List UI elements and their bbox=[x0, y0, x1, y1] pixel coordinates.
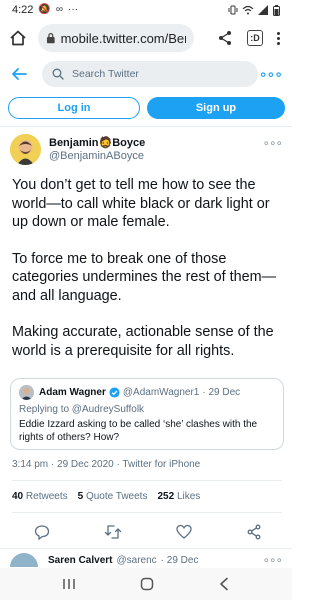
author-handle[interactable]: @BenjaminABoyce bbox=[49, 150, 145, 162]
browser-menu-icon[interactable] bbox=[277, 31, 280, 45]
author-avatar[interactable] bbox=[10, 133, 41, 165]
share-tweet-icon[interactable] bbox=[246, 524, 262, 540]
divider bbox=[12, 480, 282, 481]
divider bbox=[0, 126, 292, 127]
share-icon[interactable] bbox=[217, 30, 233, 46]
quote-avatar bbox=[19, 385, 34, 400]
reply-icon[interactable] bbox=[34, 524, 50, 540]
likes-stat[interactable]: 252 Likes bbox=[157, 491, 200, 502]
reply-avatar bbox=[10, 553, 38, 567]
tweet-actions bbox=[34, 522, 262, 542]
quote-author-name: Adam Wagner bbox=[39, 387, 106, 398]
search-icon bbox=[52, 68, 64, 80]
search-input[interactable] bbox=[72, 68, 242, 80]
back-arrow-icon[interactable] bbox=[10, 65, 28, 83]
quoted-tweet[interactable]: Adam Wagner @AdamWagner1 · 29 Dec Replyi… bbox=[10, 378, 284, 450]
quote-author-handle: @AdamWagner1 bbox=[122, 387, 200, 398]
tweet-author: Benjamin🧔Boyce @BenjaminABoyce ∘∘∘ bbox=[10, 132, 283, 166]
reply-tweet[interactable]: Saren Calvert @sarenc · 29 Dec ∘∘∘ bbox=[10, 553, 282, 567]
author-name[interactable]: Benjamin🧔Boyce bbox=[49, 136, 145, 149]
quotes-count: 5 bbox=[77, 491, 84, 502]
tweet-timestamp[interactable]: 3:14 pm · 29 Dec 2020 · Twitter for iPho… bbox=[12, 459, 200, 470]
retweet-icon[interactable] bbox=[104, 524, 122, 540]
tweet-paragraph: Making accurate, actionable sense of the… bbox=[12, 324, 274, 359]
quote-text: Eddie Izzard asking to be called ‘she’ c… bbox=[19, 419, 258, 443]
retweets-label: Retweets bbox=[25, 491, 68, 502]
home-icon bbox=[10, 30, 26, 46]
likes-count: 252 bbox=[157, 491, 175, 502]
url-bar[interactable]: mobile.twitter.com/Ben bbox=[38, 24, 194, 52]
status-time: 4:22 bbox=[12, 4, 34, 16]
home-nav-icon[interactable] bbox=[140, 577, 154, 591]
url-text: mobile.twitter.com/Ben bbox=[60, 30, 186, 46]
verified-badge-icon bbox=[109, 387, 120, 398]
auth-buttons: Log in Sign up bbox=[8, 97, 286, 121]
browser-toolbar: mobile.twitter.com/Ben :D bbox=[0, 20, 292, 56]
tweet-paragraph: You don’t get to tell me how to see the … bbox=[12, 177, 270, 230]
signup-button[interactable]: Sign up bbox=[147, 97, 285, 119]
reply-author-handle: @sarenc bbox=[116, 554, 157, 566]
status-bar: 4:22 🔕 ∞ ··· bbox=[0, 0, 292, 20]
vibrate-icon bbox=[228, 5, 238, 15]
login-button[interactable]: Log in bbox=[8, 97, 140, 119]
signal-icon bbox=[258, 5, 268, 15]
retweets-count: 40 bbox=[12, 491, 24, 502]
voicemail-icon: ∞ bbox=[55, 4, 64, 15]
like-icon[interactable] bbox=[176, 524, 192, 540]
quotes-label: Quote Tweets bbox=[85, 491, 148, 502]
android-nav-bar bbox=[0, 568, 292, 600]
reply-more-icon[interactable]: ∘∘∘ bbox=[262, 553, 282, 567]
recent-apps-icon[interactable] bbox=[62, 578, 76, 590]
back-nav-icon[interactable] bbox=[218, 577, 230, 591]
divider bbox=[12, 512, 282, 513]
quote-date: · 29 Dec bbox=[202, 387, 241, 398]
twitter-header: ∘∘∘ bbox=[0, 58, 292, 90]
quotes-stat[interactable]: 5 Quote Tweets bbox=[78, 491, 148, 502]
reply-date: · 29 Dec bbox=[160, 554, 199, 566]
tweet-stats: 40 Retweets 5 Quote Tweets 252 Likes bbox=[12, 491, 200, 502]
mute-icon: 🔕 bbox=[38, 4, 51, 15]
more-notifications-icon: ··· bbox=[68, 4, 79, 15]
search-box[interactable] bbox=[42, 61, 258, 87]
tweet-text: You don’t get to tell me how to see the … bbox=[12, 176, 284, 378]
avatar-illustration bbox=[10, 133, 41, 165]
retweets-stat[interactable]: 40 Retweets bbox=[12, 491, 68, 502]
home-button[interactable] bbox=[8, 28, 28, 48]
quote-replying-to: Replying to @AudreySuffolk bbox=[19, 404, 145, 415]
tab-switcher-button[interactable]: :D bbox=[247, 30, 263, 46]
likes-label: Likes bbox=[176, 491, 201, 502]
battery-icon bbox=[273, 4, 280, 16]
more-icon[interactable]: ∘∘∘ bbox=[259, 66, 283, 83]
tweet-paragraph: To force me to break one of those catego… bbox=[12, 250, 276, 304]
reply-author-name: Saren Calvert bbox=[48, 554, 113, 566]
tweet-more-icon[interactable]: ∘∘∘ bbox=[262, 136, 283, 150]
wifi-icon bbox=[242, 5, 254, 15]
lock-icon bbox=[46, 33, 55, 44]
divider bbox=[0, 548, 292, 549]
